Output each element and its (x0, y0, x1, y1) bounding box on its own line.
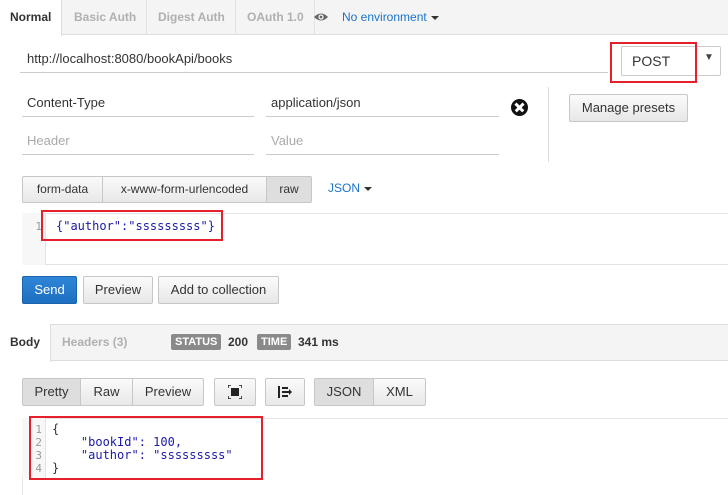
view-pretty-button[interactable]: Pretty (22, 378, 81, 406)
wrap-lines-button[interactable] (265, 378, 305, 406)
line-number: 1 (35, 220, 42, 233)
chevron-down-icon (430, 15, 439, 20)
chevron-down-icon: ▼ (704, 52, 714, 63)
body-type-urlencoded[interactable]: x-www-form-urlencoded (102, 176, 267, 203)
environment-select[interactable]: No environment (342, 0, 439, 35)
divider (548, 87, 549, 162)
view-raw-button[interactable]: Raw (80, 378, 133, 406)
send-button[interactable]: Send (22, 276, 77, 304)
format-xml-button[interactable]: XML (373, 378, 426, 406)
raw-format-label: JSON (328, 181, 361, 195)
wrap-lines-icon (278, 386, 292, 398)
highlight-box-request-body (41, 210, 223, 241)
status-value: 200 (228, 335, 249, 349)
raw-format-select[interactable]: JSON (328, 176, 373, 203)
tab-response-headers[interactable]: Headers (3) (52, 324, 137, 361)
environment-label: No environment (342, 10, 427, 24)
body-type-raw[interactable]: raw (266, 176, 312, 203)
chevron-down-icon (364, 186, 373, 191)
status-badge: STATUS (171, 334, 222, 350)
highlight-box-method (610, 42, 697, 83)
highlight-box-response-body (29, 416, 263, 480)
format-json-button[interactable]: JSON (314, 378, 374, 406)
add-to-collection-button[interactable]: Add to collection (158, 276, 279, 304)
preview-button[interactable]: Preview (83, 276, 153, 304)
body-type-form-data[interactable]: form-data (22, 176, 103, 203)
time-badge: TIME (257, 334, 292, 350)
time-value: 341 ms (298, 335, 339, 349)
tab-normal[interactable]: Normal (0, 0, 63, 36)
tab-response-body[interactable]: Body (0, 324, 51, 362)
manage-presets-button[interactable]: Manage presets (569, 94, 688, 122)
tab-basic-auth[interactable]: Basic Auth (64, 0, 148, 35)
view-preview-button[interactable]: Preview (132, 378, 204, 406)
new-header-value-input[interactable]: Value (266, 127, 499, 155)
header-key-input[interactable]: Content-Type (22, 89, 254, 117)
tab-digest-auth[interactable]: Digest Auth (148, 0, 236, 35)
fullscreen-icon (227, 384, 243, 400)
header-value-input[interactable]: application/json (266, 89, 499, 117)
remove-header-icon[interactable] (511, 99, 528, 116)
new-header-key-input[interactable]: Header (22, 127, 254, 155)
url-input[interactable]: http://localhost:8080/bookApi/books (20, 46, 608, 73)
eye-icon[interactable] (313, 10, 329, 24)
tab-oauth[interactable]: OAuth 1.0 (237, 0, 315, 35)
fullscreen-button[interactable] (214, 378, 256, 406)
